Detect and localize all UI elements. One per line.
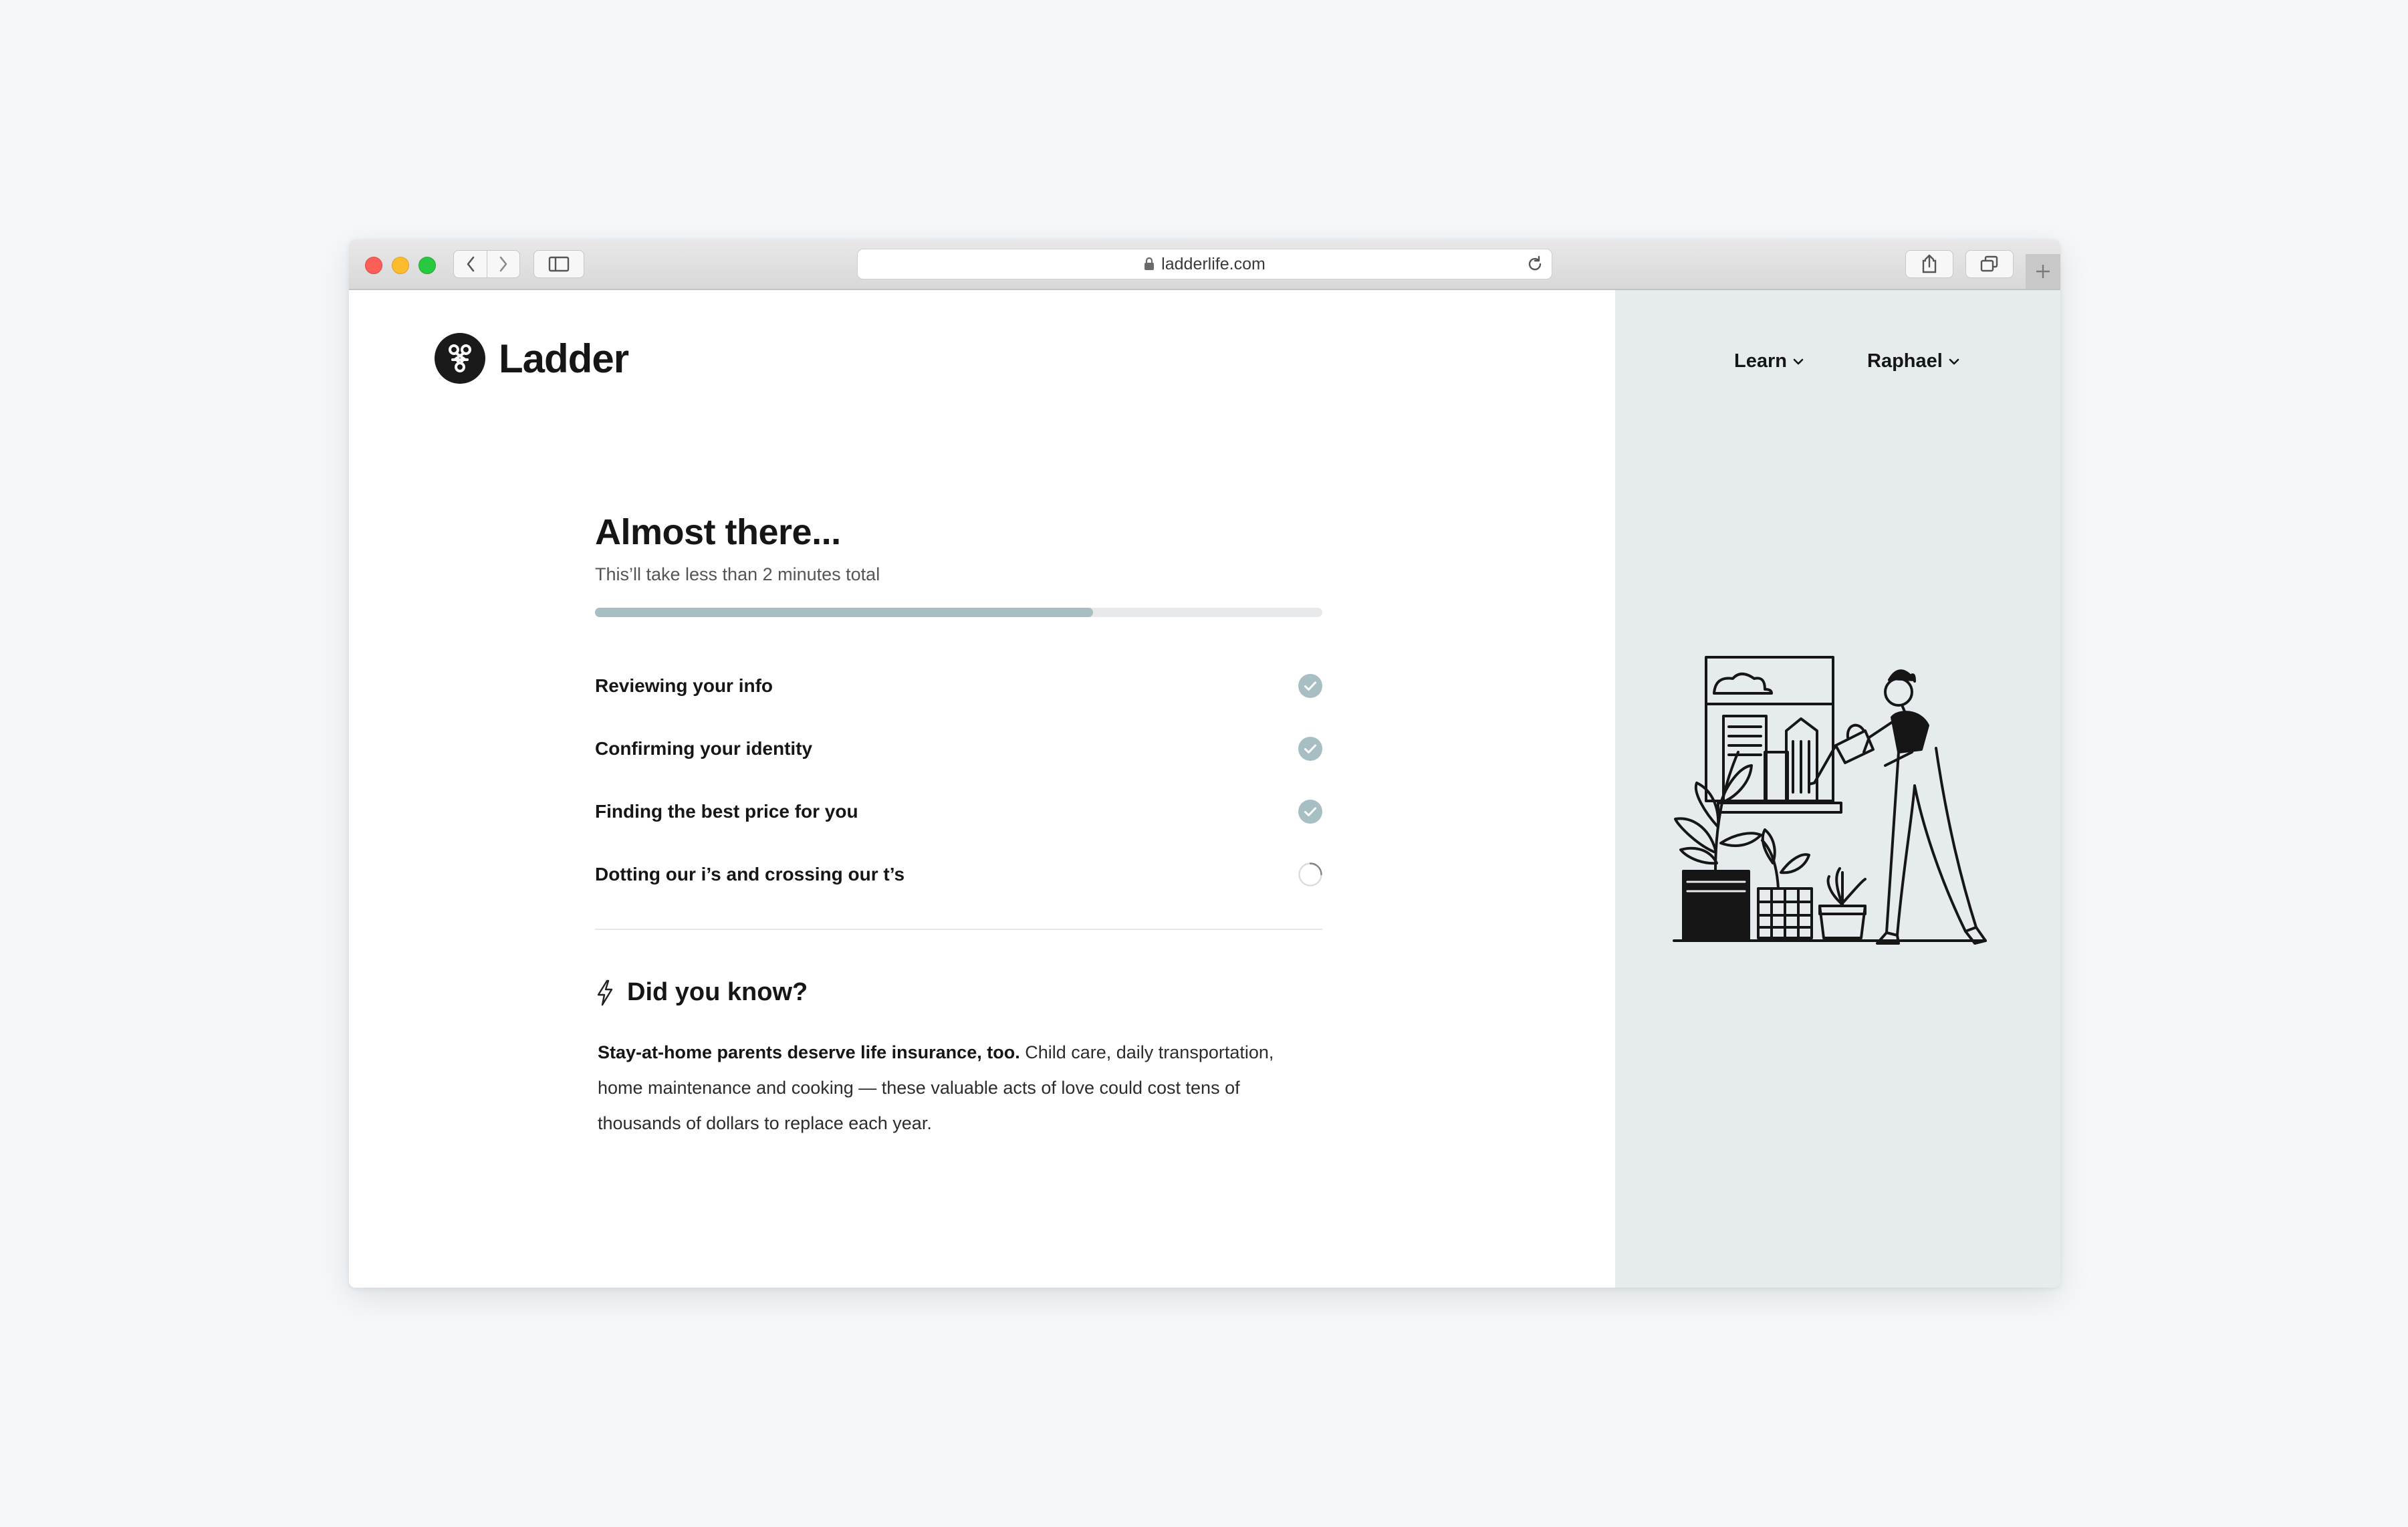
account-menu-label: Raphael — [1867, 350, 1943, 372]
step-item: Confirming your identity — [595, 717, 1322, 780]
learn-menu-label: Learn — [1734, 350, 1787, 372]
step-label: Dotting our i’s and crossing our t’s — [595, 864, 905, 885]
tabs-icon — [1980, 255, 1998, 272]
minimize-window-button[interactable] — [392, 257, 409, 274]
account-menu[interactable]: Raphael — [1867, 350, 1960, 372]
address-bar[interactable]: ladderlife.com — [857, 249, 1552, 279]
check-circle-icon — [1298, 800, 1322, 824]
step-item: Dotting our i’s and crossing our t’s — [595, 843, 1322, 906]
progress-bar — [595, 608, 1322, 617]
step-label: Reviewing your info — [595, 675, 773, 696]
sidebar-toggle-button[interactable] — [533, 250, 584, 278]
ladder-logo[interactable]: Ladder — [435, 333, 629, 384]
lock-icon — [1145, 257, 1155, 270]
step-item: Finding the best price for you — [595, 780, 1322, 843]
loading-spinner-icon — [1298, 862, 1322, 887]
did-you-know-text: Stay-at-home parents deserve life insura… — [598, 1035, 1306, 1141]
forward-button[interactable] — [487, 250, 520, 278]
url-text: ladderlife.com — [1161, 254, 1266, 273]
share-button[interactable] — [1905, 250, 1953, 278]
fact-lead: Stay-at-home parents deserve life insura… — [598, 1042, 1020, 1062]
zoom-window-button[interactable] — [418, 257, 436, 274]
step-item: Reviewing your info — [595, 655, 1322, 717]
sidebar-icon — [548, 256, 570, 272]
learn-menu[interactable]: Learn — [1734, 350, 1804, 372]
ladder-logo-icon — [435, 333, 485, 384]
reload-icon[interactable] — [1525, 254, 1545, 274]
lightning-icon — [597, 979, 613, 1006]
back-button[interactable] — [453, 250, 487, 278]
progress-card: Almost there... This’ll take less than 2… — [595, 511, 1322, 1159]
close-window-button[interactable] — [365, 257, 382, 274]
check-circle-icon — [1298, 674, 1322, 698]
chevron-down-icon — [1793, 358, 1804, 364]
share-icon — [1922, 254, 1937, 273]
browser-toolbar: ladderlife.com — [349, 239, 2060, 290]
person-watering-plants-illustration — [1673, 656, 1987, 945]
tabs-overview-button[interactable] — [1965, 250, 2014, 278]
section-divider — [595, 929, 1322, 930]
did-you-know-title: Did you know? — [627, 978, 808, 1006]
step-label: Finding the best price for you — [595, 801, 858, 822]
chevron-right-icon — [499, 256, 507, 272]
plus-icon — [2036, 265, 2050, 278]
did-you-know-header: Did you know? — [595, 978, 1322, 1007]
chevron-left-icon — [467, 256, 474, 272]
page-title: Almost there... — [595, 512, 841, 552]
step-label: Confirming your identity — [595, 738, 813, 759]
step-list: Reviewing your info Confirming your iden… — [595, 655, 1322, 906]
brand-name: Ladder — [499, 336, 629, 381]
page-subtitle: This’ll take less than 2 minutes total — [595, 564, 880, 584]
progress-bar-fill — [595, 608, 1094, 617]
new-tab-button[interactable] — [2026, 254, 2060, 289]
check-circle-icon — [1298, 737, 1322, 761]
main-panel: Ladder Almost there... This’ll take less… — [349, 290, 1615, 1288]
chevron-down-icon — [1949, 358, 1959, 364]
